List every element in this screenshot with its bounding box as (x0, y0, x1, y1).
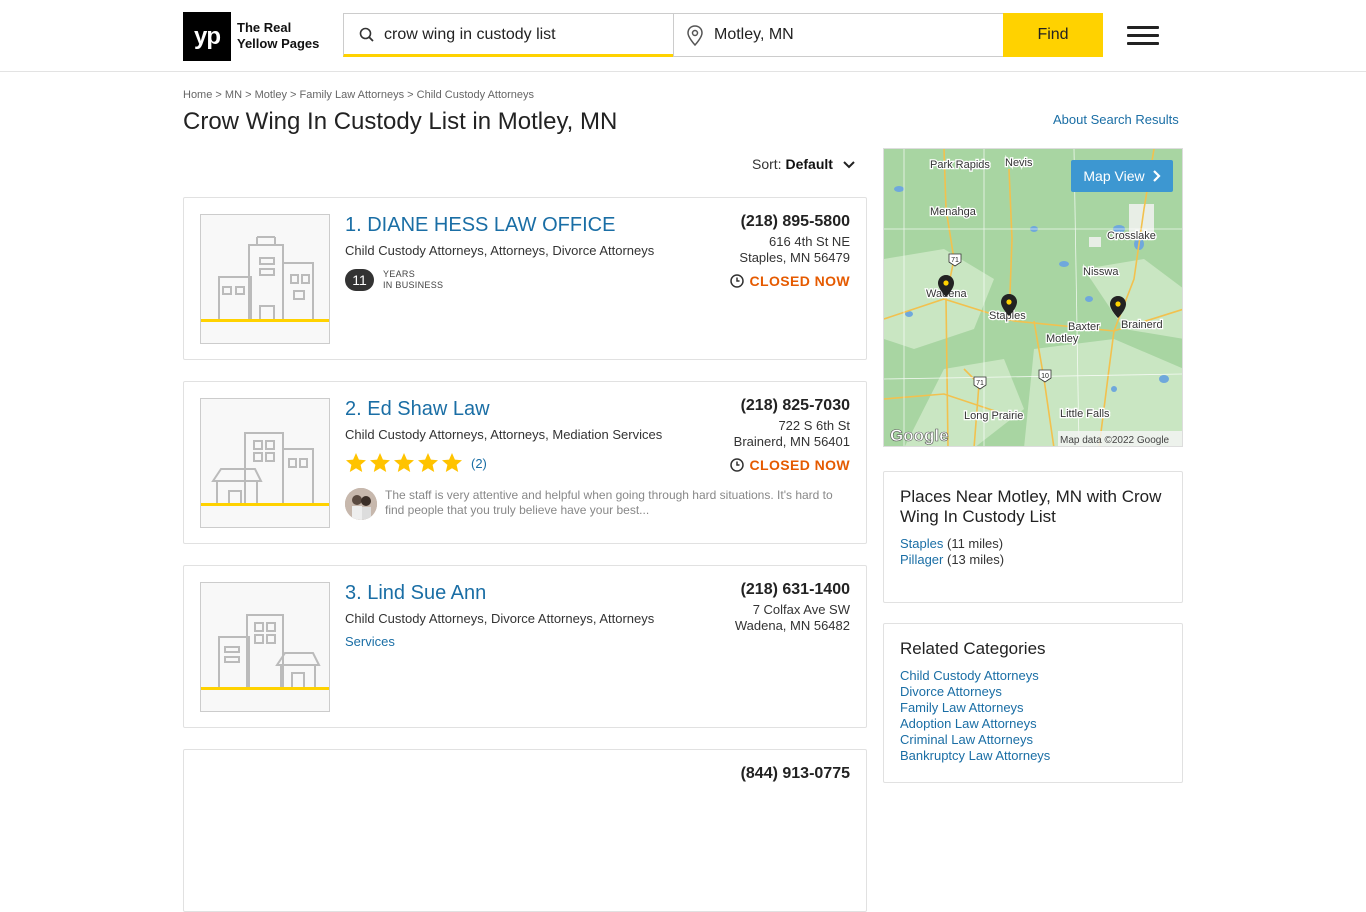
logo-line-1: The Real (237, 20, 292, 35)
page-title: Crow Wing In Custody List in Motley, MN (183, 108, 618, 135)
places-near-title: Places Near Motley, MN with Crow Wing In… (900, 487, 1162, 526)
business-address: 722 S 6th St Brainerd, MN 56401 (734, 418, 850, 450)
street-address: 616 4th St NE (769, 234, 850, 249)
place-label: Crosslake (1107, 230, 1156, 242)
chevron-down-icon (843, 156, 855, 172)
breadcrumb-motley[interactable]: Motley (255, 89, 287, 101)
location-pin-icon (686, 25, 704, 50)
listing-card: (844) 913-0775 (183, 749, 867, 912)
business-placeholder-image[interactable] (200, 398, 330, 528)
location-input[interactable]: Motley, MN (673, 13, 1004, 57)
business-placeholder-image[interactable] (200, 214, 330, 344)
breadcrumb-family-law[interactable]: Family Law Attorneys (300, 89, 405, 101)
place-link-pillager[interactable]: Pillager (900, 552, 943, 567)
place-label: Long Prairie (964, 410, 1023, 422)
google-logo: Google (890, 426, 949, 445)
yp-logo[interactable]: yp (183, 12, 231, 61)
place-label: Little Falls (1060, 408, 1110, 420)
hamburger-menu-icon[interactable] (1127, 26, 1159, 46)
breadcrumb: Home > MN > Motley > Family Law Attorney… (183, 89, 535, 101)
listing-card: 1. DIANE HESS LAW OFFICE Child Custody A… (183, 197, 867, 360)
closed-now-status: CLOSED NOW (729, 273, 850, 289)
business-phone[interactable]: (218) 631-1400 (741, 581, 850, 599)
years-label: YEARS (383, 269, 416, 279)
place-label: Motley (1046, 333, 1079, 345)
star-rating[interactable]: (2) (345, 452, 487, 474)
business-address: 7 Colfax Ave SW Wadena, MN 56482 (735, 602, 850, 634)
five-stars-icon (346, 453, 462, 472)
closed-now-status: CLOSED NOW (729, 457, 850, 473)
business-categories[interactable]: Child Custody Attorneys, Attorneys, Medi… (345, 427, 662, 442)
business-categories[interactable]: Child Custody Attorneys, Divorce Attorne… (345, 611, 654, 626)
related-category-link[interactable]: Divorce Attorneys (900, 684, 1002, 699)
road-label: 10 (1041, 373, 1049, 380)
related-categories-panel: Related Categories Child Custody Attorne… (883, 623, 1183, 783)
place-label: Park Rapids (930, 159, 990, 171)
map-view-button[interactable]: Map View (1071, 160, 1173, 192)
results-map[interactable]: 71 71 10 Park Rapids Nevis Menahga Cross… (883, 148, 1183, 447)
map-canvas: 71 71 10 Park Rapids Nevis Menahga Cross… (884, 149, 1182, 446)
search-value[interactable]: crow wing in custody list (384, 26, 556, 44)
sort-label: Sort: (752, 156, 782, 172)
sort-dropdown[interactable]: Sort: Default (752, 156, 855, 172)
review-count[interactable]: (2) (471, 456, 487, 471)
years-in-business-badge: 11 YEARS IN BUSINESS (345, 269, 443, 291)
clock-icon (729, 274, 744, 288)
in-business-label: IN BUSINESS (383, 280, 444, 290)
road-label: 71 (976, 380, 984, 387)
places-near-panel: Places Near Motley, MN with Crow Wing In… (883, 471, 1183, 603)
city-state-zip: Brainerd, MN 56401 (733, 434, 850, 449)
business-placeholder-image[interactable] (200, 582, 330, 712)
find-button[interactable]: Find (1003, 13, 1103, 57)
place-label: Nisswa (1083, 266, 1119, 278)
map-attribution: Map data ©2022 Google (1060, 435, 1170, 446)
breadcrumb-current: Child Custody Attorneys (416, 89, 535, 101)
related-category-link[interactable]: Bankruptcy Law Attorneys (900, 748, 1050, 763)
listing-card: 3. Lind Sue Ann Child Custody Attorneys,… (183, 565, 867, 728)
place-label: Baxter (1068, 321, 1100, 333)
business-name-link[interactable]: 2. Ed Shaw Law (345, 398, 490, 421)
road-label: 71 (951, 257, 959, 264)
site-header: yp The Real Yellow Pages crow wing in cu… (0, 0, 1366, 72)
logo-text[interactable]: The Real Yellow Pages (237, 20, 319, 52)
business-address: 616 4th St NE Staples, MN 56479 (739, 234, 850, 266)
place-link-staples[interactable]: Staples (900, 536, 943, 551)
place-label: Brainerd (1121, 319, 1163, 331)
business-phone[interactable]: (218) 825-7030 (741, 397, 850, 415)
review-snippet[interactable]: The staff is very attentive and helpful … (345, 488, 845, 520)
business-categories[interactable]: Child Custody Attorneys, Attorneys, Divo… (345, 243, 654, 258)
city-state-zip: Staples, MN 56479 (739, 250, 850, 265)
list-item: Pillager (13 miles) (900, 552, 1005, 567)
listing-card: 2. Ed Shaw Law Child Custody Attorneys, … (183, 381, 867, 544)
related-category-link[interactable]: Child Custody Attorneys (900, 668, 1039, 683)
review-text: The staff is very attentive and helpful … (385, 488, 833, 517)
place-label: Menahga (930, 206, 977, 218)
business-categories-more[interactable]: Services (345, 634, 395, 649)
breadcrumb-mn[interactable]: MN (225, 89, 242, 101)
street-address: 722 S 6th St (778, 418, 850, 433)
chevron-right-icon (1152, 170, 1161, 182)
related-category-link[interactable]: Adoption Law Attorneys (900, 716, 1037, 731)
logo-line-2: Yellow Pages (237, 36, 320, 51)
clock-icon (729, 458, 744, 472)
search-input[interactable]: crow wing in custody list (343, 13, 674, 57)
street-address: 7 Colfax Ave SW (752, 602, 850, 617)
business-phone[interactable]: (218) 895-5800 (741, 213, 850, 231)
related-category-link[interactable]: Family Law Attorneys (900, 700, 1024, 715)
search-icon (358, 26, 376, 47)
about-search-results-link[interactable]: About Search Results (1053, 112, 1179, 127)
business-name-link[interactable]: 1. DIANE HESS LAW OFFICE (345, 214, 615, 237)
location-value[interactable]: Motley, MN (714, 26, 794, 44)
place-label: Nevis (1005, 157, 1033, 169)
city-state-zip: Wadena, MN 56482 (734, 618, 850, 633)
business-name-link[interactable]: 3. Lind Sue Ann (345, 582, 486, 605)
related-categories-title: Related Categories (900, 639, 1046, 658)
years-count: 11 (345, 269, 374, 291)
sort-value: Default (785, 156, 833, 172)
breadcrumb-home[interactable]: Home (183, 89, 212, 101)
reviewer-avatar (345, 488, 377, 520)
list-item: Staples (11 miles) (900, 536, 1004, 551)
related-category-link[interactable]: Criminal Law Attorneys (900, 732, 1033, 747)
